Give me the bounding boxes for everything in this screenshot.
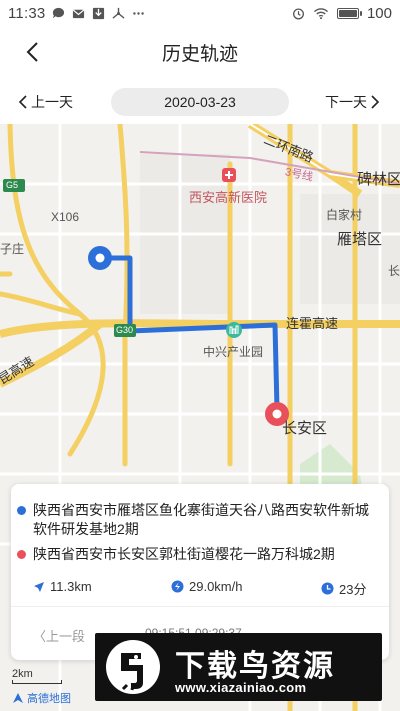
start-dot-icon xyxy=(17,506,26,515)
battery-percent: 100 xyxy=(366,4,392,22)
next-day-label: 下一天 xyxy=(325,94,367,110)
clock-icon xyxy=(321,582,334,595)
distance-value: 11.3km xyxy=(50,579,92,594)
changan-label: 长安区 xyxy=(282,420,328,437)
amap-arrow-icon xyxy=(13,693,23,703)
chat-bubble-icon xyxy=(53,7,65,18)
card-divider xyxy=(11,606,389,607)
chevron-right-icon xyxy=(371,95,380,109)
zi-label: 子庄 xyxy=(0,242,25,256)
start-address: 陕西省西安市雁塔区鱼化寨街道天谷八路西安软件新城软件研发基地2期 xyxy=(17,501,369,539)
track-stats: 11.3km 29.0km/h 23分 xyxy=(11,579,389,599)
alarm-icon xyxy=(292,7,304,19)
download-icon xyxy=(93,7,105,19)
baijiacun-label: 白家村 xyxy=(326,208,363,222)
amap-logo-text: 高德地图 xyxy=(27,693,71,705)
chevron-left-icon xyxy=(26,42,38,62)
industrial-park-icon xyxy=(226,322,242,338)
prev-day-label: 上一天 xyxy=(31,94,73,110)
lianhuo-label: 连霍高速 xyxy=(286,316,339,331)
chevron-left-icon: 〈 xyxy=(33,629,47,644)
status-bar: 11:33 100 xyxy=(0,0,400,26)
duration-value: 23分 xyxy=(339,582,367,597)
map-scale-bar xyxy=(12,680,62,684)
start-address-text: 陕西省西安市雁塔区鱼化寨街道天谷八路西安软件新城软件研发基地2期 xyxy=(33,502,369,537)
speed-stat: 29.0km/h xyxy=(171,579,242,594)
prev-day-button[interactable]: 上一天 xyxy=(18,92,73,112)
zhongxing-label: 中兴产业园 xyxy=(203,345,264,359)
speed-value: 29.0km/h xyxy=(189,579,243,594)
end-address: 陕西省西安市长安区郭杜街道樱花一路万科城2期 xyxy=(17,545,369,564)
distance-stat: 11.3km xyxy=(33,579,92,594)
chang-label: 长 xyxy=(388,264,400,278)
more-dots-icon xyxy=(133,11,145,15)
beilin-label: 碑林区 xyxy=(357,171,400,188)
battery-icon xyxy=(336,7,362,19)
watermark-url: www.xiazainiao.com xyxy=(175,680,307,695)
hospital-icon xyxy=(222,168,236,182)
date-picker[interactable]: 2020-03-23 xyxy=(111,88,289,116)
page-title: 历史轨迹 xyxy=(161,43,238,65)
duration-stat: 23分 xyxy=(321,579,366,598)
next-day-button[interactable]: 下一天 xyxy=(325,92,380,112)
navigation-arrow-icon xyxy=(34,581,44,592)
start-marker[interactable] xyxy=(88,246,112,270)
hospital-label: 西安高新医院 xyxy=(189,190,268,205)
mail-icon xyxy=(72,8,85,18)
date-navigation: 上一天 2020-03-23 下一天 xyxy=(0,84,400,120)
prev-segment-label: 上一段 xyxy=(46,629,86,644)
map-scale-label: 2km xyxy=(12,668,33,680)
watermark-title: 下载鸟资源 xyxy=(175,649,335,684)
bird-logo-icon xyxy=(106,640,160,694)
prev-segment-button[interactable]: 〈上一段 xyxy=(33,626,85,645)
yanta-label: 雁塔区 xyxy=(337,231,383,248)
hub-icon xyxy=(112,7,125,19)
status-time: 11:33 xyxy=(8,4,46,22)
amap-logo: 高德地图 xyxy=(12,690,71,706)
end-dot-icon xyxy=(17,550,26,559)
chevron-left-icon xyxy=(18,95,27,109)
title-bar: 历史轨迹 xyxy=(0,26,400,78)
g30-label: G30 xyxy=(116,325,134,335)
watermark-banner: 下载鸟资源 www.xiazainiao.com xyxy=(95,633,382,701)
end-address-text: 陕西省西安市长安区郭杜街道樱花一路万科城2期 xyxy=(33,546,335,562)
g5-label: G5 xyxy=(6,180,19,190)
back-button[interactable] xyxy=(18,38,46,66)
x106-label: X106 xyxy=(51,210,80,224)
speed-icon xyxy=(171,580,184,593)
wifi-icon xyxy=(313,7,328,19)
